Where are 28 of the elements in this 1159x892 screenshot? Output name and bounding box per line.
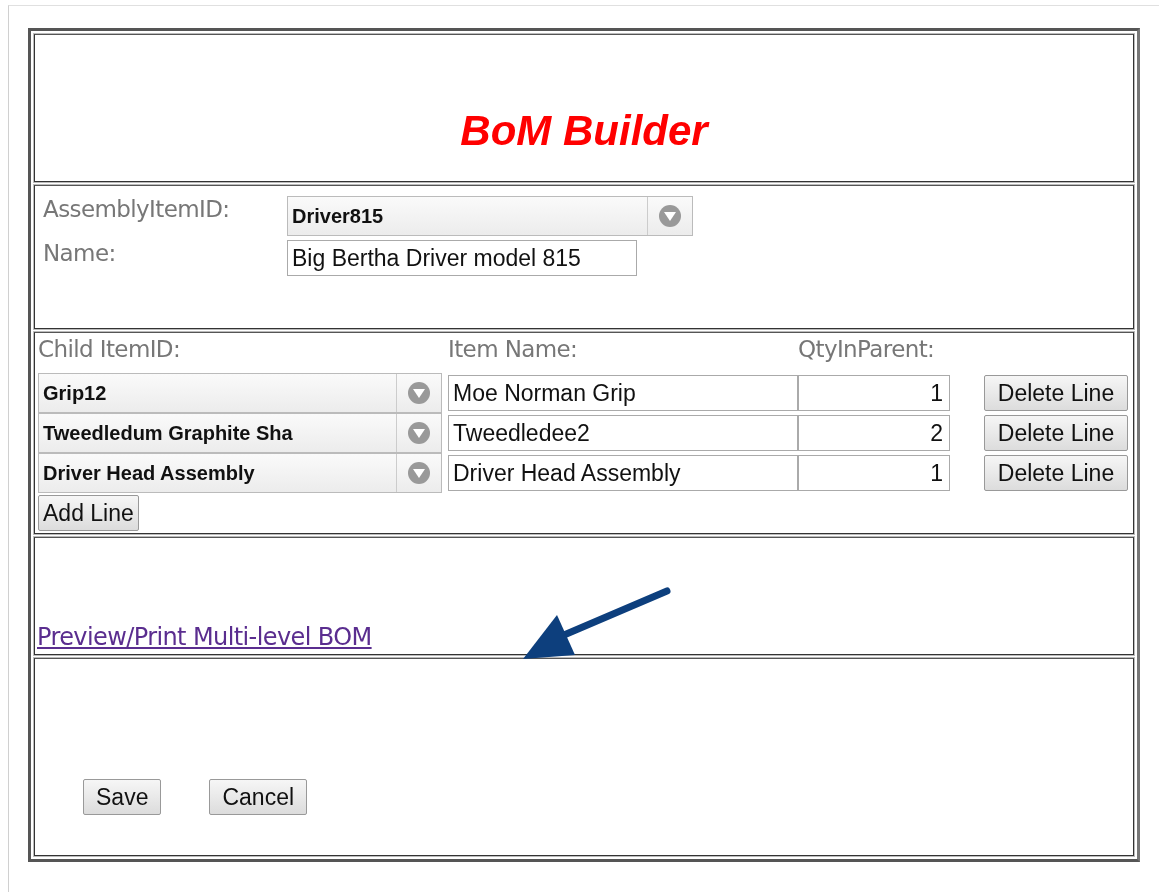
field-label: Name: (43, 240, 117, 268)
add-line-button[interactable]: Add Line (38, 495, 139, 531)
item-name-field[interactable]: Moe Norman Grip (448, 375, 798, 411)
delete-line-button[interactable]: Delete Line (984, 415, 1128, 451)
name-field[interactable]: Big Bertha Driver model 815 (287, 240, 637, 276)
dropdown-icon (407, 421, 431, 445)
qty-field[interactable]: 2 (798, 415, 950, 451)
preview-link[interactable]: Preview/Print Multi-level BOM (37, 623, 372, 651)
assembly-dropdown[interactable]: Driver815 (287, 196, 693, 236)
item-name-field[interactable]: Tweedledee2 (448, 415, 798, 451)
delete-line-button[interactable]: Delete Line (984, 455, 1128, 491)
qty-field[interactable]: 1 (798, 455, 950, 491)
dropdown-icon (658, 204, 682, 228)
page-title: BoM Builder (460, 107, 708, 155)
child-item-dropdown[interactable]: Tweedledum Graphite Sha (38, 413, 442, 453)
form-button[interactable]: Cancel (209, 779, 308, 815)
column-header: Item Name: (448, 336, 579, 364)
column-header: Child ItemID: (38, 336, 182, 364)
child-item-dropdown[interactable]: Driver Head Assembly (38, 453, 442, 493)
delete-line-button[interactable]: Delete Line (984, 375, 1128, 411)
column-header: QtyInParent: (798, 336, 936, 364)
child-item-dropdown[interactable]: Grip12 (38, 373, 442, 413)
dropdown-icon (407, 461, 431, 485)
field-label: AssemblyItemID: (43, 196, 231, 224)
item-name-field[interactable]: Driver Head Assembly (448, 455, 798, 491)
dropdown-icon (407, 381, 431, 405)
qty-field[interactable]: 1 (798, 375, 950, 411)
form-button[interactable]: Save (83, 779, 162, 815)
